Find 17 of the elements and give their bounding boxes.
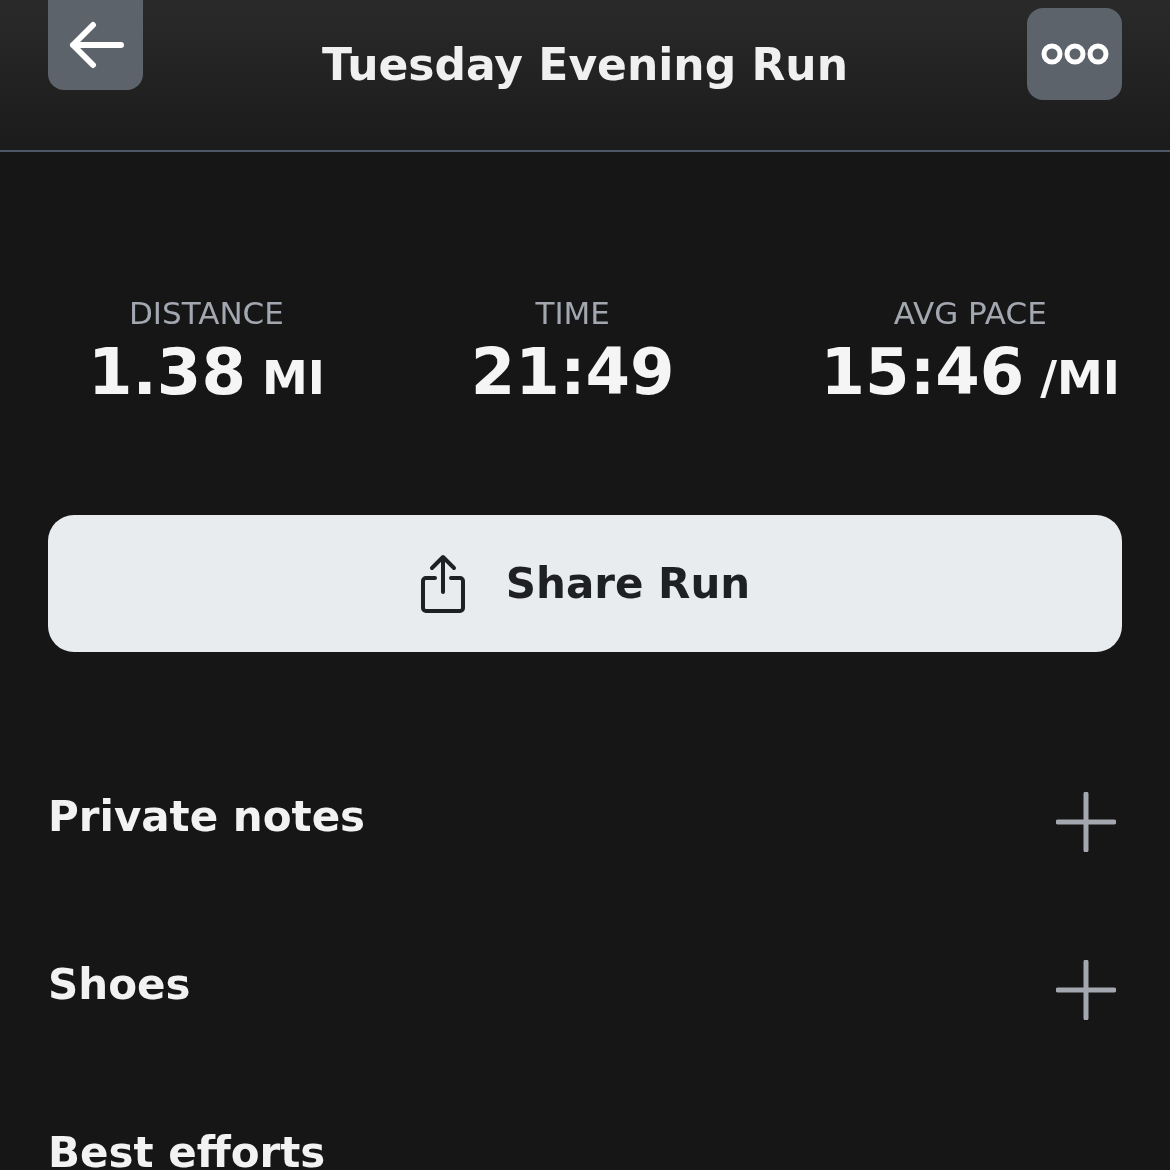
back-button[interactable] bbox=[48, 0, 143, 90]
stat-value: 21:49 bbox=[470, 336, 675, 407]
screen-title: Tuesday Evening Run bbox=[322, 38, 848, 92]
section-title: Shoes bbox=[48, 960, 191, 1011]
add-icon[interactable] bbox=[1056, 960, 1116, 1020]
stat-label: DISTANCE bbox=[128, 294, 284, 333]
stat-label: AVG PACE bbox=[893, 294, 1047, 333]
stat-label: TIME bbox=[535, 294, 610, 333]
add-icon[interactable] bbox=[1056, 792, 1116, 852]
section-title: Best efforts bbox=[48, 1128, 326, 1170]
share-button[interactable]: Share Run bbox=[48, 515, 1122, 652]
share-icon bbox=[419, 553, 466, 614]
more-button[interactable] bbox=[1027, 8, 1122, 100]
section-title: Private notes bbox=[48, 792, 366, 843]
stat-value: 1.38 MI bbox=[88, 336, 325, 407]
stat-value: 15:46 /MI bbox=[820, 336, 1120, 407]
more-icon bbox=[1040, 42, 1109, 66]
